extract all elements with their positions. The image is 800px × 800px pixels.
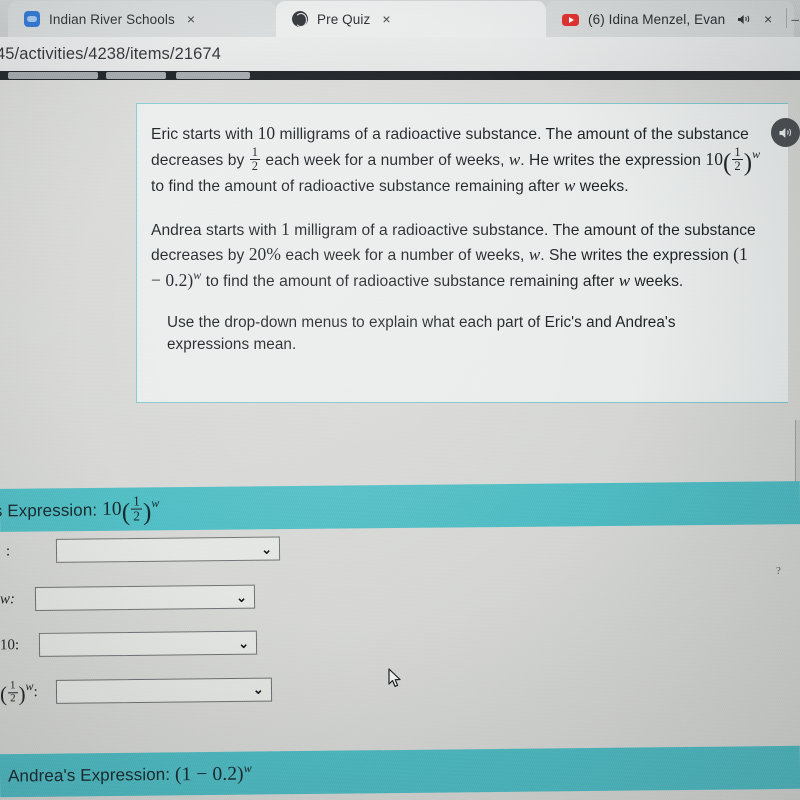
bookmark-item[interactable] — [176, 72, 250, 79]
tab-title: Pre Quiz — [317, 11, 371, 27]
fraction-numerator: 1 — [9, 679, 16, 692]
andrea-expression-math: (1 − 0.2)w — [174, 760, 252, 786]
expression-base: 10 — [101, 499, 122, 521]
p2-text-6: weeks. — [630, 272, 684, 290]
paren-open: ( — [121, 499, 131, 527]
fraction-denominator: 2 — [8, 691, 18, 705]
eric-dropdown-group: : ⌄ w: ⌄ 10: ⌄ (1 2)w: ⌄ — [0, 535, 800, 740]
label-colon: : — [33, 684, 38, 701]
mouse-cursor — [388, 668, 403, 694]
youtube-icon — [562, 14, 579, 26]
dropdown-label: : — [5, 542, 11, 559]
new-tab-icon[interactable]: – — [792, 12, 800, 29]
dropdown-row-4: (1 2)w: ⌄ — [0, 677, 272, 707]
label-prefix: ic's Expression: — [0, 500, 98, 521]
tab-title: (6) Idina Menzel, Evan Rache — [588, 11, 728, 27]
paren-open: ( — [0, 681, 8, 707]
label-prefix: Andrea's Expression: — [7, 765, 171, 786]
bookmarks-bar — [0, 71, 800, 80]
expression-exponent: w — [151, 496, 160, 511]
browser-tab-youtube[interactable]: (6) Idina Menzel, Evan Rache × — [546, 1, 794, 37]
browser-tab-indian-river-schools[interactable]: Indian River Schools × — [8, 1, 276, 37]
chevron-down-icon: ⌄ — [252, 681, 264, 697]
p1-variable-w: w — [508, 150, 521, 170]
bookmark-item[interactable] — [106, 72, 166, 79]
chevron-down-icon: ⌄ — [236, 589, 248, 605]
andrea-expression-header: Andrea's Expression: (1 − 0.2)w — [0, 745, 800, 798]
close-icon[interactable]: × — [379, 10, 393, 28]
eric-expression-math: 10(1 2)w — [101, 493, 160, 526]
eric-expression-header: ic's Expression: 10(1 2)w — [0, 481, 800, 532]
paren-open: ( — [723, 149, 732, 177]
tab-divider — [786, 8, 787, 28]
p2-text-4: . She writes the expression — [540, 246, 734, 264]
p1-text-3: each week for a number of weeks, — [261, 152, 509, 170]
paren-close: ) — [743, 149, 753, 177]
tab-strip: Indian River Schools × Pre Quiz × (6) Id… — [0, 0, 800, 37]
p2-text-3: each week for a number of weeks, — [280, 246, 529, 264]
p1-number-10: 10 — [257, 123, 276, 143]
url-text: 45/activities/4238/items/21674 — [0, 44, 221, 63]
p2-variable-w-2: w — [618, 270, 631, 290]
expression-fraction: 12 — [131, 493, 143, 524]
speaker-icon[interactable] — [771, 118, 800, 147]
p2-text-1: Andrea starts with — [151, 221, 282, 239]
problem-paragraph-andrea: Andrea starts with 1 milligram of a radi… — [151, 217, 759, 293]
browser-tab-pre-quiz[interactable]: Pre Quiz × — [276, 1, 546, 37]
expression-exponent: w — [752, 147, 761, 162]
close-icon[interactable]: × — [184, 10, 198, 28]
question-card: Eric starts with 10 milligrams of a radi… — [136, 103, 800, 403]
instruction-text: Use the drop-down menus to explain what … — [167, 314, 676, 353]
p2-variable-w: w — [528, 244, 541, 264]
p2-number-1: 1 — [281, 218, 290, 239]
p1-text-6: weeks. — [575, 177, 629, 195]
globe-icon — [292, 11, 308, 27]
stray-mark: ? — [776, 565, 781, 577]
p1-variable-w-2: w — [564, 175, 576, 195]
p1-expression: 10(1 2)w — [705, 145, 761, 175]
dropdown-select-1[interactable]: ⌄ — [56, 536, 281, 563]
p1-text-1: Eric starts with — [151, 126, 258, 143]
fraction-numerator: 1 — [133, 493, 141, 509]
dropdown-row-2: w: ⌄ — [0, 584, 256, 612]
dropdown-label: (1 2)w: — [0, 679, 38, 707]
fraction-numerator: 1 — [734, 145, 741, 160]
p2-percent-20: 20% — [248, 243, 281, 264]
close-icon[interactable]: × — [761, 10, 775, 28]
expression-fraction: 12 — [732, 145, 743, 174]
dropdown-row-1: : ⌄ — [0, 536, 281, 564]
label-fraction: 12 — [8, 679, 18, 705]
bookmark-item[interactable] — [8, 72, 98, 79]
fraction-denominator: 2 — [249, 159, 261, 174]
dropdown-label: w: — [0, 590, 16, 607]
p1-text-5: to find the amount of radioactive substa… — [151, 177, 565, 195]
fraction-denominator: 2 — [732, 159, 743, 174]
label-exponent: w — [25, 679, 34, 694]
tab-title: Indian River Schools — [49, 11, 175, 27]
chevron-down-icon: ⌄ — [261, 541, 273, 557]
eric-expression-label: ic's Expression: 10(1 2)w — [0, 493, 160, 526]
mute-tab-icon[interactable] — [737, 13, 752, 26]
dropdown-select-2[interactable]: ⌄ — [34, 584, 256, 611]
browser-chrome: Indian River Schools × Pre Quiz × (6) Id… — [0, 0, 800, 37]
right-panel-edge — [795, 420, 800, 490]
chevron-down-icon: ⌄ — [238, 635, 250, 651]
cloud-icon — [24, 11, 40, 27]
p2-text-5: to find the amount of radioactive substa… — [201, 272, 619, 290]
fraction-numerator: 1 — [251, 145, 259, 160]
dropdown-select-4[interactable]: ⌄ — [55, 677, 272, 704]
address-bar[interactable]: 45/activities/4238/items/21674 — [0, 37, 800, 71]
problem-paragraph-eric: Eric starts with 10 milligrams of a radi… — [151, 121, 772, 198]
fraction-denominator: 2 — [131, 508, 143, 524]
dropdown-select-3[interactable]: ⌄ — [39, 630, 258, 657]
dropdown-label: 10: — [0, 636, 20, 653]
p1-text-4: . He writes the expression — [520, 152, 706, 170]
expression-body: (1 − 0.2) — [174, 763, 244, 786]
dropdown-row-3: 10: ⌄ — [0, 630, 258, 658]
quiz-page: Eric starts with 10 milligrams of a radi… — [0, 80, 800, 800]
expression-base: 10 — [705, 149, 723, 170]
andrea-expression-label: Andrea's Expression: (1 − 0.2)w — [8, 761, 252, 788]
expression-exponent: w — [243, 760, 252, 775]
p1-fraction-one-half: 12 — [249, 145, 261, 174]
